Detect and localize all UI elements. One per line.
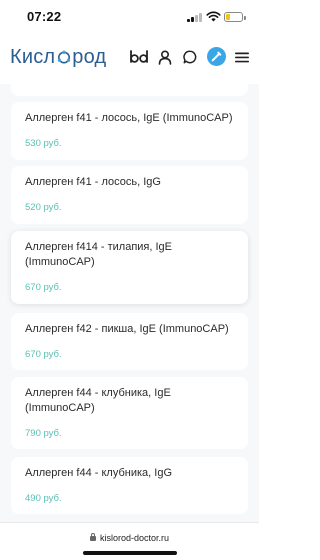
- product-title: Аллерген f414 - тилапия, IgE (ImmunoCAP): [25, 241, 173, 268]
- list-item[interactable]: Аллерген f44 - клубника, IgE (ImmunoCAP)…: [11, 377, 248, 449]
- menu-icon[interactable]: [234, 48, 250, 66]
- logo-text-left: Кисл: [10, 45, 56, 68]
- list-item[interactable]: Аллерген f42 - пикша, IgE (ImmunoCAP) 67…: [11, 313, 248, 370]
- chat-icon[interactable]: [182, 48, 198, 66]
- logo-molecule-icon: [57, 50, 70, 64]
- list-item[interactable]: Аллерген f41 - лосось, IgG 520 руб.: [11, 166, 248, 224]
- product-title: Аллерген f41 - лосось, IgE (ImmunoCAP): [25, 112, 233, 124]
- battery-icon: [224, 12, 246, 22]
- wifi-icon: [206, 11, 221, 22]
- list-item-partial[interactable]: [11, 84, 248, 96]
- url-text: kislorod-doctor.ru: [99, 533, 170, 543]
- product-price: 520 руб.: [25, 202, 62, 213]
- bd-icon[interactable]: [128, 48, 150, 66]
- product-price: 670 руб.: [25, 282, 62, 293]
- product-price: 790 руб.: [25, 428, 62, 439]
- home-indicator[interactable]: [83, 551, 177, 555]
- status-time: 07:22: [27, 9, 62, 24]
- logo-text-right: род: [72, 45, 107, 68]
- product-price: 530 руб.: [25, 138, 62, 149]
- product-price: 670 руб.: [25, 349, 62, 360]
- product-title: Аллерген f44 - клубника, IgG: [25, 467, 173, 479]
- product-title: Аллерген f41 - лосось, IgG: [25, 176, 161, 188]
- product-list: Аллерген f41 - лосось, IgE (ImmunoCAP) 5…: [0, 84, 259, 522]
- site-logo[interactable]: Кисл род: [10, 42, 106, 72]
- list-item[interactable]: Аллерген f44 - клубника, IgG 490 руб.: [11, 457, 248, 514]
- url-display[interactable]: kislorod-doctor.ru: [0, 533, 259, 543]
- product-title: Аллерген f44 - клубника, IgE (ImmunoCAP): [25, 387, 171, 414]
- pen-icon[interactable]: [207, 47, 226, 66]
- lock-icon: [89, 533, 96, 541]
- cellular-signal-icon: [187, 12, 203, 22]
- site-header: Кисл род: [0, 34, 259, 84]
- list-item[interactable]: Аллерген f414 - тилапия, IgE (ImmunoCAP)…: [11, 231, 248, 304]
- user-icon[interactable]: [157, 48, 173, 66]
- product-price: 490 руб.: [25, 493, 62, 504]
- status-bar: 07:22: [0, 0, 259, 34]
- list-item[interactable]: Аллерген f41 - лосось, IgE (ImmunoCAP) 5…: [11, 102, 248, 160]
- product-title: Аллерген f42 - пикша, IgE (ImmunoCAP): [25, 323, 229, 335]
